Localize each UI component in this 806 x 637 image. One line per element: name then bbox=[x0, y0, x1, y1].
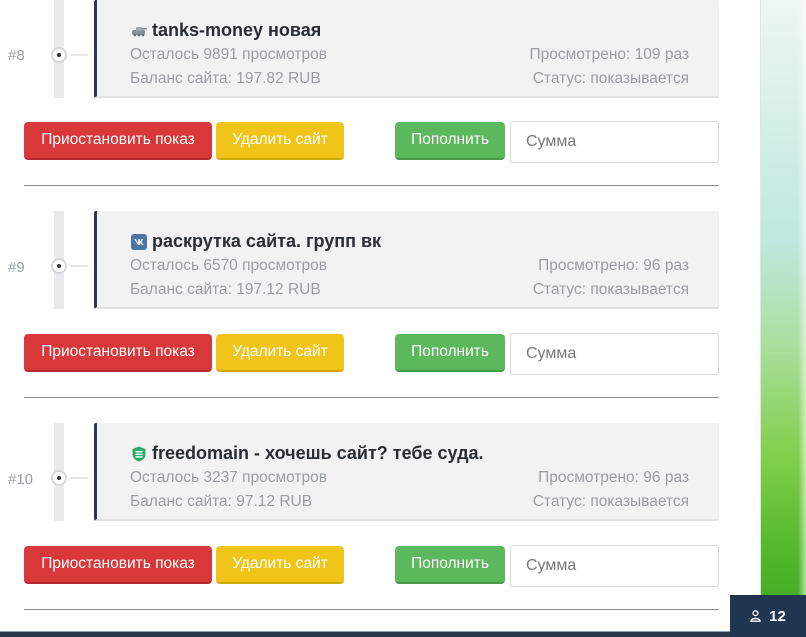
views-remaining: Осталось 6570 просмотров bbox=[130, 257, 328, 274]
tanks-icon bbox=[130, 22, 147, 39]
entry-number: #9 bbox=[8, 259, 25, 276]
timeline-dot bbox=[51, 258, 67, 274]
site-title-text: freedomain - хочешь сайт? тебе суда. bbox=[152, 443, 484, 463]
site-balance: Баланс сайта: 197.82 RUB bbox=[130, 70, 321, 87]
pause-button[interactable]: Приостановить показ bbox=[24, 334, 212, 372]
site-title[interactable]: раскрутка сайта. групп вк bbox=[130, 231, 381, 252]
site-title[interactable]: freedomain - хочешь сайт? тебе суда. bbox=[130, 443, 484, 464]
site-title-text: tanks-money новая bbox=[152, 20, 322, 40]
delete-site-button[interactable]: Удалить сайт bbox=[216, 546, 344, 584]
site-status: Статус: показывается bbox=[532, 70, 689, 87]
entry-number: #10 bbox=[8, 471, 34, 488]
freedomain-icon bbox=[130, 445, 147, 462]
site-title[interactable]: tanks-money новая bbox=[130, 20, 321, 41]
pause-button[interactable]: Приостановить показ bbox=[24, 546, 212, 584]
timeline-connector bbox=[70, 477, 88, 479]
pause-button[interactable]: Приостановить показ bbox=[24, 122, 212, 160]
timeline-connector bbox=[70, 54, 88, 56]
views-count: Просмотрено: 96 раз bbox=[538, 257, 689, 274]
delete-site-button[interactable]: Удалить сайт bbox=[216, 122, 344, 160]
divider bbox=[24, 609, 719, 610]
site-title-text: раскрутка сайта. групп вк bbox=[152, 231, 382, 251]
online-count: 12 bbox=[769, 607, 786, 625]
timeline-dot bbox=[51, 47, 67, 63]
views-remaining: Осталось 9891 просмотров bbox=[130, 46, 328, 63]
views-count: Просмотрено: 96 раз bbox=[538, 469, 689, 486]
site-card: раскрутка сайта. групп вк Осталось 6570 … bbox=[94, 211, 719, 309]
timeline-dot bbox=[51, 470, 67, 486]
views-remaining: Осталось 3237 просмотров bbox=[130, 469, 328, 486]
site-entry: #8 tanks-money новая Осталось 9891 просм… bbox=[0, 0, 760, 212]
views-count: Просмотрено: 109 раз bbox=[529, 46, 689, 63]
fund-button[interactable]: Пополнить bbox=[395, 546, 505, 584]
vk-icon bbox=[130, 233, 147, 250]
site-balance: Баланс сайта: 97.12 RUB bbox=[130, 493, 313, 510]
site-status: Статус: показывается bbox=[532, 493, 689, 510]
amount-input[interactable] bbox=[510, 333, 719, 375]
entry-number: #8 bbox=[8, 47, 25, 64]
site-status: Статус: показывается bbox=[532, 281, 689, 298]
user-icon bbox=[750, 610, 761, 622]
online-users-badge[interactable]: 12 bbox=[730, 595, 806, 637]
amount-input[interactable] bbox=[510, 121, 719, 163]
delete-site-button[interactable]: Удалить сайт bbox=[216, 334, 344, 372]
site-card: freedomain - хочешь сайт? тебе суда. Ост… bbox=[94, 423, 719, 521]
divider bbox=[24, 397, 719, 398]
timeline-connector bbox=[70, 265, 88, 267]
site-card: tanks-money новая Осталось 9891 просмотр… bbox=[94, 0, 719, 98]
site-entry: #10 freedomain - хочешь сайт? тебе суда.… bbox=[0, 423, 760, 635]
fund-button[interactable]: Пополнить bbox=[395, 334, 505, 372]
bottom-bar bbox=[0, 631, 760, 637]
fund-button[interactable]: Пополнить bbox=[395, 122, 505, 160]
side-background bbox=[760, 0, 806, 637]
site-entry: #9 раскрутка сайта. групп вк Осталось 65… bbox=[0, 211, 760, 423]
amount-input[interactable] bbox=[510, 545, 719, 587]
divider bbox=[24, 185, 719, 186]
site-balance: Баланс сайта: 197.12 RUB bbox=[130, 281, 321, 298]
